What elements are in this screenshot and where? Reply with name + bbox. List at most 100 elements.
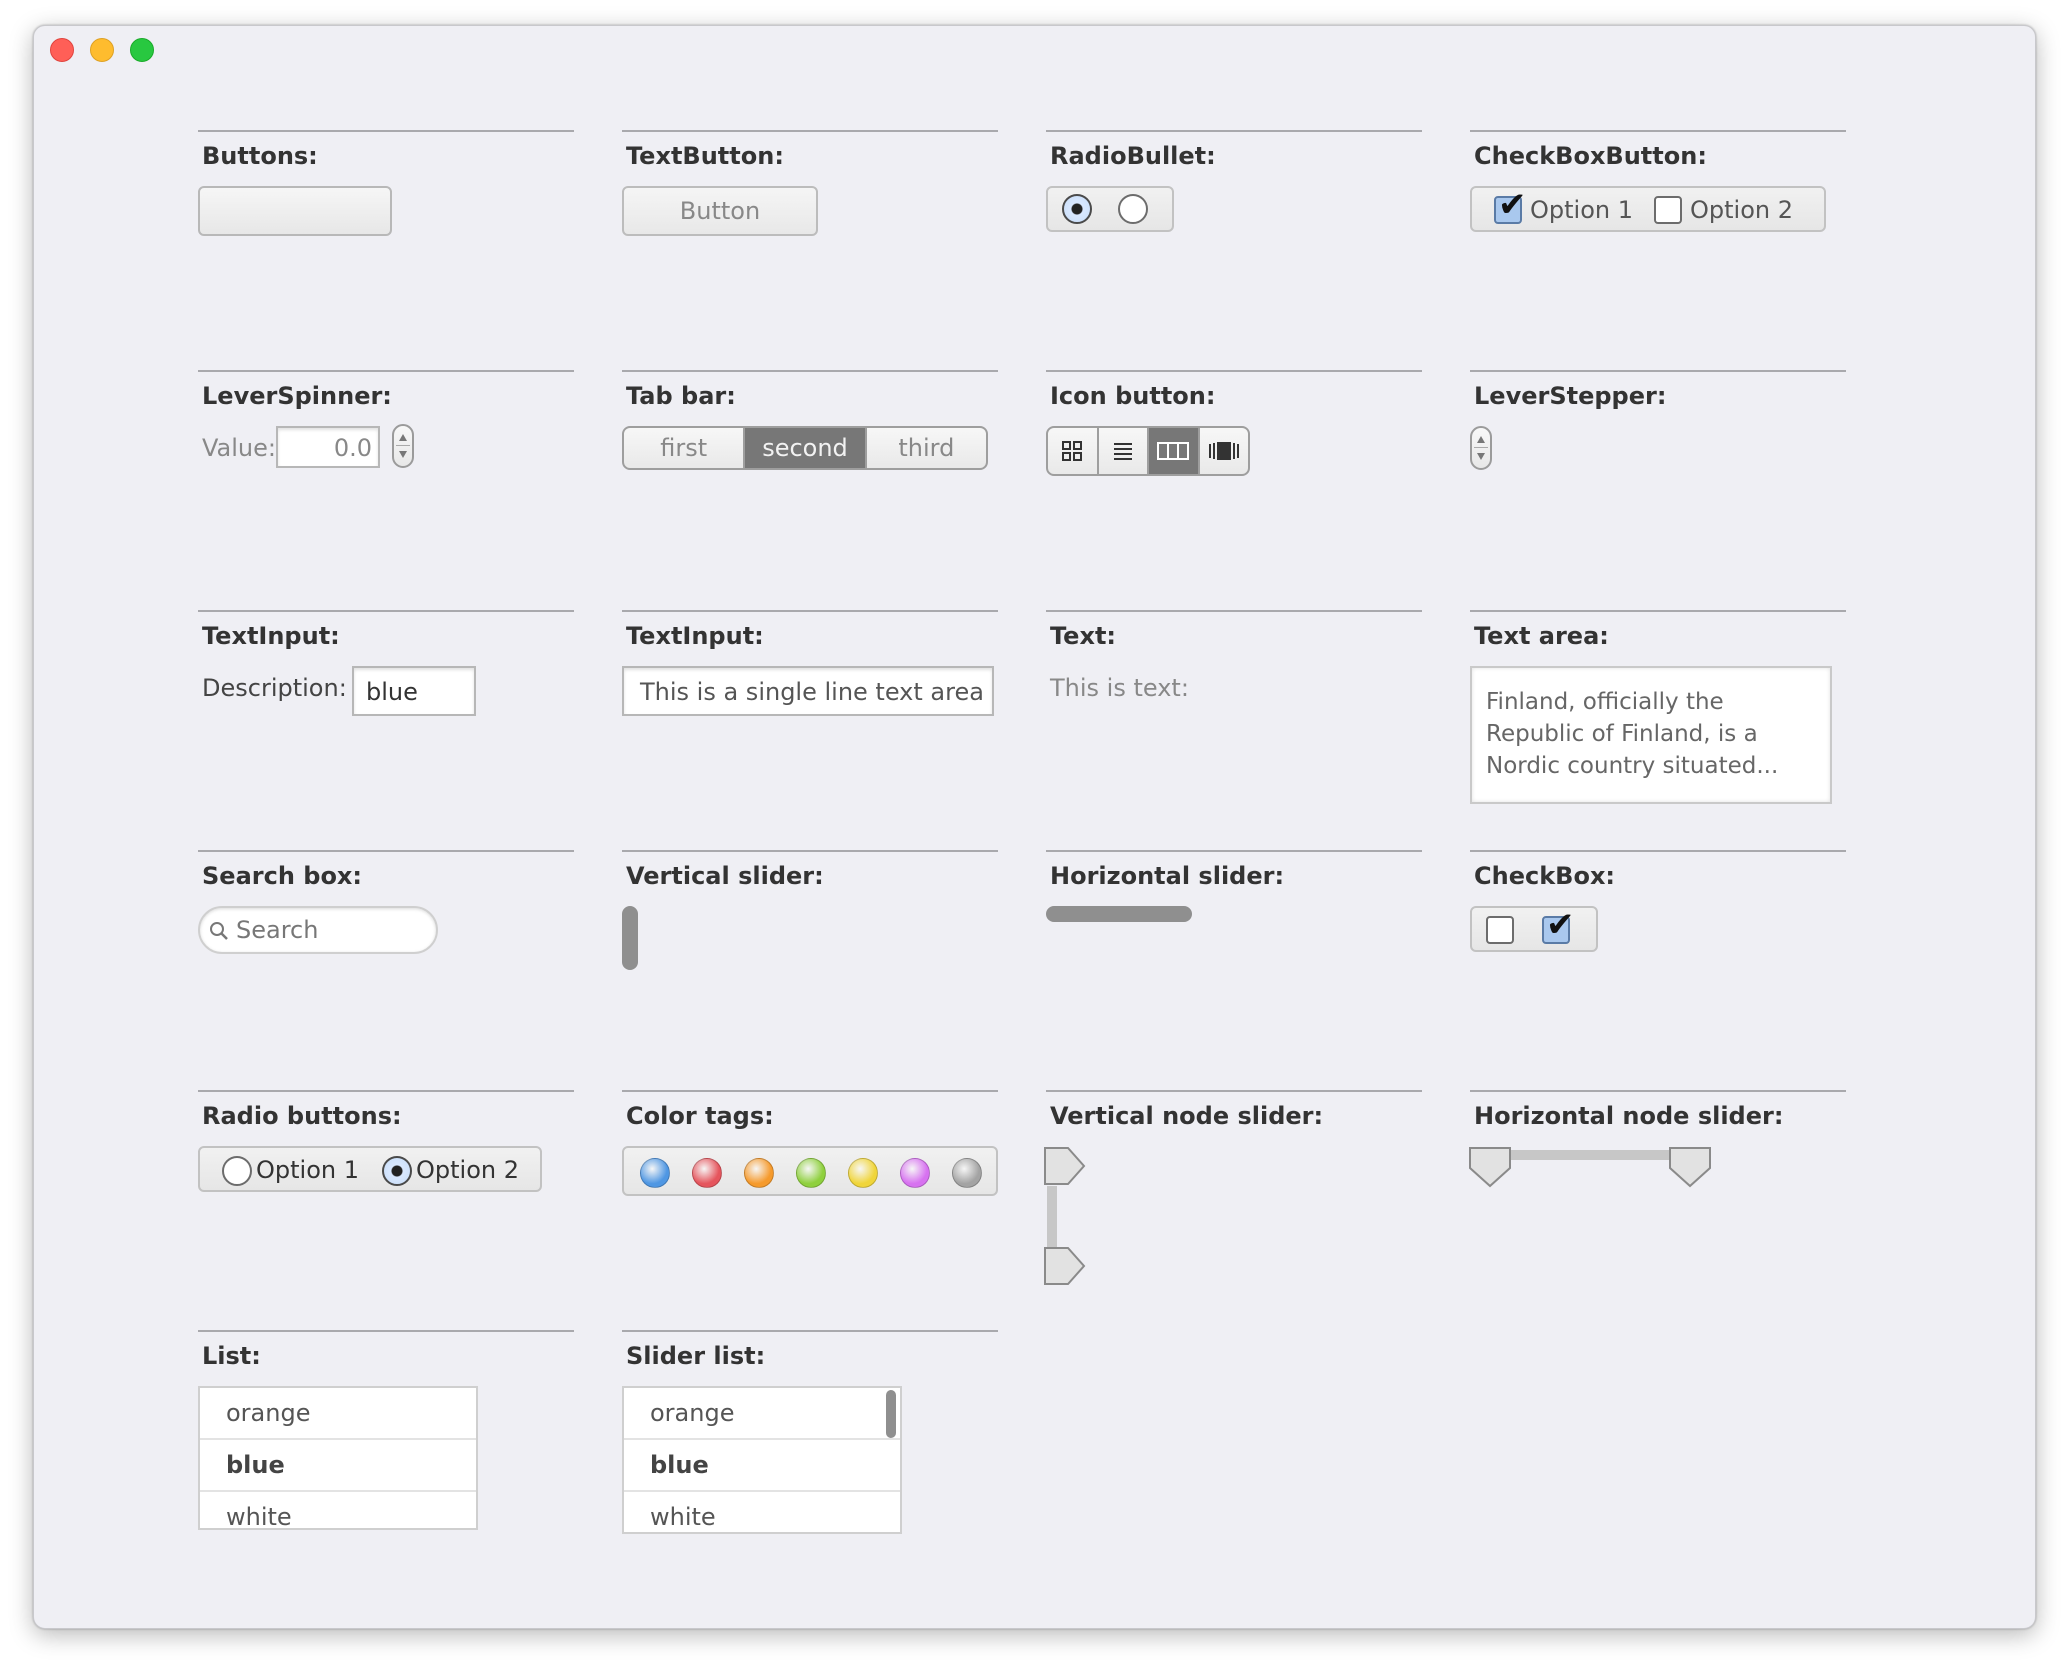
spinner-value: 0.0: [333, 434, 372, 462]
color-tag[interactable]: [744, 1158, 774, 1188]
tab-bar: first second third: [622, 426, 988, 470]
tab-first[interactable]: first: [624, 428, 746, 468]
search-input[interactable]: Search: [198, 906, 438, 954]
section-title: TextInput:: [626, 622, 764, 650]
icon-button-group: [1046, 426, 1250, 476]
section-divider: [1470, 1090, 1846, 1092]
section-title: Text area:: [1474, 622, 1609, 650]
cover-flow-icon[interactable]: [1200, 428, 1249, 474]
section-search-box: Search box: Search: [198, 850, 574, 954]
text-area[interactable]: Finland, officially the Republic of Finl…: [1470, 666, 1832, 804]
section-divider: [622, 1330, 998, 1332]
description-value: blue: [366, 678, 418, 706]
search-icon: [210, 922, 228, 940]
section-vertical-node-slider: Vertical node slider:: [1044, 1090, 1422, 1285]
section-title: Text:: [1050, 622, 1117, 650]
checkbox-option-1-label[interactable]: Option 1: [1530, 196, 1633, 224]
section-divider: [198, 850, 574, 852]
section-vertical-slider: Vertical slider:: [622, 850, 998, 970]
section-divider: [198, 130, 574, 132]
horizontal-node-slider[interactable]: [1468, 1146, 1718, 1194]
stepper-down-icon[interactable]: [1477, 453, 1485, 460]
list-view-icon[interactable]: [1099, 428, 1149, 474]
app-window: Buttons: TextButton: Button RadioBullet:…: [33, 25, 2036, 1629]
section-divider: [1046, 1090, 1422, 1092]
minimize-window-button[interactable]: [90, 38, 114, 62]
section-divider: [622, 1090, 998, 1092]
section-text-input-2: TextInput: This is a single line text ar…: [622, 610, 998, 716]
list-item[interactable]: white: [624, 1492, 900, 1532]
vertical-node-slider[interactable]: [1042, 1146, 1090, 1290]
slider-list[interactable]: orange blue white: [622, 1386, 902, 1534]
list-item[interactable]: orange: [200, 1388, 476, 1440]
spinner-value-field[interactable]: 0.0: [276, 426, 380, 468]
section-divider: [1046, 370, 1422, 372]
section-checkbox-button: CheckBoxButton: ✔ Option 1 Option 2: [1470, 130, 1846, 232]
description-input[interactable]: blue: [352, 666, 476, 716]
color-tag[interactable]: [796, 1158, 826, 1188]
checkbox-button-group: ✔ Option 1 Option 2: [1470, 186, 1826, 232]
section-checkbox: CheckBox: ✔: [1470, 850, 1846, 952]
description-label: Description:: [202, 674, 347, 702]
section-title: TextInput:: [202, 622, 340, 650]
checkmark-icon: ✔: [1498, 185, 1527, 225]
checkbox-checked[interactable]: ✔: [1542, 908, 1575, 944]
section-horizontal-node-slider: Horizontal node slider:: [1469, 1090, 1846, 1188]
radio-option-1[interactable]: [222, 1156, 252, 1186]
list-item[interactable]: blue: [624, 1440, 900, 1492]
radio-bullet-1[interactable]: [1062, 194, 1092, 224]
checkbox-option-2-label[interactable]: Option 2: [1690, 196, 1793, 224]
section-divider: [622, 130, 998, 132]
color-tag[interactable]: [848, 1158, 878, 1188]
scrollbar-thumb[interactable]: [886, 1390, 896, 1438]
radio-option-2-label[interactable]: Option 2: [416, 1156, 519, 1184]
spinner-stepper[interactable]: [392, 424, 414, 468]
column-view-icon[interactable]: [1149, 428, 1200, 474]
stepper-up-icon[interactable]: [399, 434, 407, 441]
node-handle-right: [1669, 1147, 1711, 1188]
list-item[interactable]: blue: [200, 1440, 476, 1492]
section-title: Vertical slider:: [626, 862, 824, 890]
radio-option-1-label[interactable]: Option 1: [256, 1156, 359, 1184]
color-tag[interactable]: [692, 1158, 722, 1188]
text-area-line: Finland, officially the: [1486, 689, 1724, 715]
checkbox-option-2[interactable]: [1654, 196, 1682, 224]
color-tag[interactable]: [640, 1158, 670, 1188]
list-item[interactable]: orange: [624, 1388, 900, 1440]
text-button[interactable]: Button: [622, 186, 818, 236]
section-title: Horizontal slider:: [1050, 862, 1285, 890]
section-title: Slider list:: [626, 1342, 766, 1370]
color-tag[interactable]: [900, 1158, 930, 1188]
section-divider: [198, 610, 574, 612]
section-divider: [198, 370, 574, 372]
stepper-up-icon[interactable]: [1477, 436, 1485, 443]
radio-option-2[interactable]: [382, 1156, 412, 1186]
list-item[interactable]: white: [200, 1492, 476, 1528]
list[interactable]: orange blue white: [198, 1386, 478, 1530]
close-window-button[interactable]: [50, 38, 74, 62]
section-slider-list: Slider list: orange blue white: [622, 1330, 998, 1534]
checkbox-unchecked[interactable]: [1486, 916, 1514, 944]
lever-stepper[interactable]: [1470, 426, 1492, 470]
horizontal-slider[interactable]: [1046, 906, 1192, 922]
section-title: Vertical node slider:: [1050, 1102, 1324, 1130]
maximize-window-button[interactable]: [130, 38, 154, 62]
stepper-down-icon[interactable]: [399, 451, 407, 458]
color-tag[interactable]: [952, 1158, 982, 1188]
vertical-slider[interactable]: [622, 906, 638, 970]
tab-second[interactable]: second: [745, 428, 867, 468]
section-divider: [1470, 370, 1846, 372]
color-tags-group: [622, 1146, 998, 1196]
section-title: Color tags:: [626, 1102, 774, 1130]
tab-third[interactable]: third: [867, 428, 986, 468]
section-buttons: Buttons:: [198, 130, 574, 236]
single-line-text-input[interactable]: This is a single line text area: [622, 666, 994, 716]
section-title: CheckBox:: [1474, 862, 1616, 890]
radio-bullet-2[interactable]: [1118, 194, 1148, 224]
section-divider: [1046, 850, 1422, 852]
plain-button[interactable]: [198, 186, 392, 236]
radio-bullet-group: [1046, 186, 1174, 232]
section-divider: [1046, 130, 1422, 132]
checkbox-option-1[interactable]: ✔: [1494, 188, 1527, 224]
grid-view-icon[interactable]: [1048, 428, 1099, 474]
